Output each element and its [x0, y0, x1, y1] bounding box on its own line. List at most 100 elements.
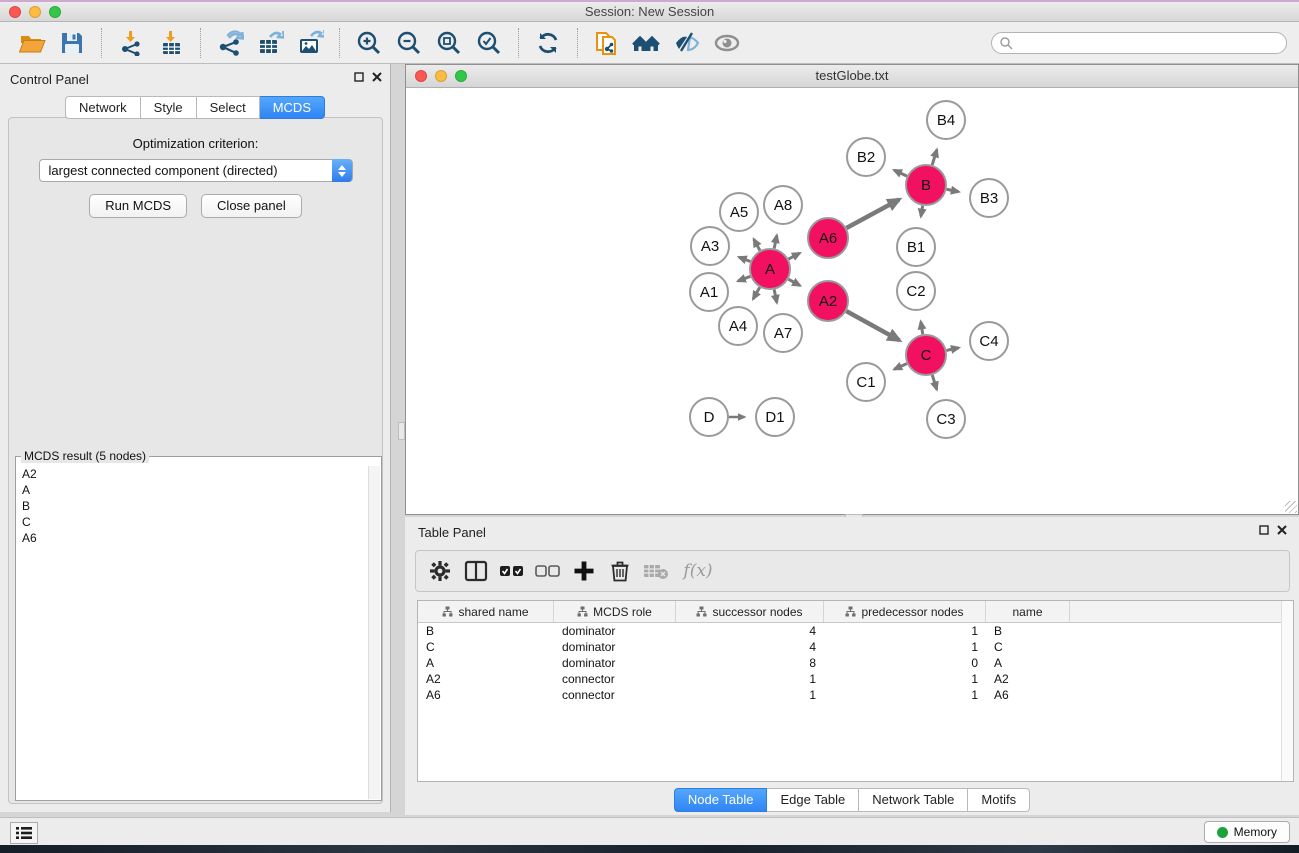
column-header-MCDS-role[interactable]: MCDS role: [554, 601, 676, 622]
result-item[interactable]: A6: [17, 530, 368, 546]
select-all-button[interactable]: [494, 555, 530, 587]
tab-edge-table[interactable]: Edge Table: [767, 788, 859, 812]
graph-edge-A2-C[interactable]: [846, 311, 899, 340]
result-item[interactable]: B: [17, 498, 368, 514]
graph-node-label: A4: [729, 318, 747, 335]
float-panel-icon[interactable]: [1259, 525, 1269, 535]
window-resize-grip[interactable]: [1285, 501, 1297, 513]
home-networks-button[interactable]: [627, 26, 667, 60]
graph-edge-C-C1[interactable]: [894, 364, 907, 370]
graph-edge-B-B2[interactable]: [894, 170, 907, 176]
task-history-button[interactable]: [10, 822, 38, 844]
table-settings-button[interactable]: [422, 555, 458, 587]
memory-button[interactable]: Memory: [1204, 821, 1290, 843]
show-panels-button[interactable]: [707, 26, 747, 60]
float-panel-icon[interactable]: [354, 72, 364, 82]
add-column-button[interactable]: [566, 555, 602, 587]
graph-edge-A-A7[interactable]: [774, 290, 777, 303]
export-table-button[interactable]: [250, 26, 290, 60]
delete-table-button[interactable]: [638, 555, 674, 587]
graph-edge-A-A1[interactable]: [738, 276, 750, 281]
column-header-successor-nodes[interactable]: successor nodes: [676, 601, 824, 622]
delete-column-button[interactable]: [602, 555, 638, 587]
table-scrollbar[interactable]: [1281, 601, 1293, 781]
graph-edge-B-B3[interactable]: [947, 189, 959, 191]
graph-edge-A-A5[interactable]: [754, 239, 760, 250]
save-floppy-icon: [59, 30, 85, 56]
import-table-button[interactable]: [151, 26, 191, 60]
zoom-fit-button[interactable]: [429, 26, 469, 60]
graph-edge-A-A6[interactable]: [789, 253, 800, 259]
export-image-button[interactable]: [290, 26, 330, 60]
split-divider-handle[interactable]: [398, 422, 405, 440]
eye-icon: [712, 31, 742, 55]
graph-edge-C-C2[interactable]: [921, 322, 923, 335]
session-title: Session: New Session: [0, 2, 1299, 21]
node-table[interactable]: shared name MCDS role successor nodes pr…: [417, 600, 1294, 782]
graph-edge-A-A3[interactable]: [739, 257, 750, 261]
open-session-button[interactable]: [12, 26, 52, 60]
tab-mcds[interactable]: MCDS: [260, 96, 325, 119]
graph-edge-C-C4[interactable]: [946, 348, 958, 351]
graph-edge-B-B4[interactable]: [932, 150, 937, 165]
close-panel-button[interactable]: Close panel: [201, 194, 302, 218]
search-input[interactable]: [1018, 36, 1279, 50]
network-zoom-light[interactable]: [455, 70, 467, 82]
graph-edge-A-A4[interactable]: [753, 287, 760, 299]
export-network-button[interactable]: [210, 26, 250, 60]
tab-select[interactable]: Select: [197, 96, 260, 119]
network-window-title: testGlobe.txt: [406, 65, 1298, 87]
graph-edge-B-B1[interactable]: [921, 206, 923, 217]
refresh-button[interactable]: [528, 26, 568, 60]
close-traffic-light[interactable]: [9, 6, 21, 18]
hide-panels-button[interactable]: [667, 26, 707, 60]
zoom-out-button[interactable]: [389, 26, 429, 60]
close-panel-icon[interactable]: [1277, 525, 1287, 535]
task-list-icon: [16, 826, 32, 840]
tab-network[interactable]: Network: [65, 96, 141, 119]
import-network-button[interactable]: [111, 26, 151, 60]
column-header-name[interactable]: name: [986, 601, 1070, 622]
graph-edge-A6-B[interactable]: [846, 200, 899, 229]
deselect-all-button[interactable]: [530, 555, 566, 587]
table-row[interactable]: A6connector11A6: [418, 687, 1293, 703]
zoom-selected-button[interactable]: [469, 26, 509, 60]
run-mcds-button[interactable]: Run MCDS: [89, 194, 187, 218]
network-minimize-light[interactable]: [435, 70, 447, 82]
result-item[interactable]: C: [17, 514, 368, 530]
graph-edge-A-A8[interactable]: [774, 235, 777, 248]
network-canvas[interactable]: AA1A2A3A4A5A6A7A8BB1B2B3B4CC1C2C3C4DD1: [406, 88, 1298, 514]
table-row[interactable]: A2connector11A2: [418, 671, 1293, 687]
zoom-in-button[interactable]: [349, 26, 389, 60]
network-window-titlebar[interactable]: testGlobe.txt: [406, 65, 1298, 88]
export-image-icon: [296, 30, 324, 56]
network-close-light[interactable]: [415, 70, 427, 82]
graph-edge-A-A2[interactable]: [788, 279, 800, 285]
toolbar-separator: [577, 28, 578, 58]
tab-motifs[interactable]: Motifs: [968, 788, 1030, 812]
graph-node-label: A5: [730, 204, 748, 221]
save-session-button[interactable]: [52, 26, 92, 60]
tab-node-table[interactable]: Node Table: [674, 788, 768, 812]
gear-icon: [429, 560, 451, 582]
result-item[interactable]: A2: [17, 466, 368, 482]
zoom-traffic-light[interactable]: [49, 6, 61, 18]
result-item[interactable]: A: [17, 482, 368, 498]
graph-edge-C-C3[interactable]: [932, 375, 936, 389]
new-network-from-selection-button[interactable]: [587, 26, 627, 60]
tab-style[interactable]: Style: [141, 96, 197, 119]
optimization-criterion-dropdown[interactable]: largest connected component (directed): [39, 159, 353, 182]
table-row[interactable]: Bdominator41B: [418, 623, 1293, 639]
close-panel-icon[interactable]: [372, 72, 382, 82]
search-box[interactable]: [991, 32, 1287, 54]
function-builder-button[interactable]: f(x): [674, 555, 722, 587]
column-header-shared-name[interactable]: shared name: [418, 601, 554, 622]
graph-node-label: B2: [857, 149, 875, 166]
table-row[interactable]: Adominator80A: [418, 655, 1293, 671]
minimize-traffic-light[interactable]: [29, 6, 41, 18]
table-row[interactable]: Cdominator41C: [418, 639, 1293, 655]
column-header-predecessor-nodes[interactable]: predecessor nodes: [824, 601, 986, 622]
show-columns-button[interactable]: [458, 555, 494, 587]
result-scrollbar[interactable]: [368, 466, 380, 799]
tab-network-table[interactable]: Network Table: [859, 788, 968, 812]
